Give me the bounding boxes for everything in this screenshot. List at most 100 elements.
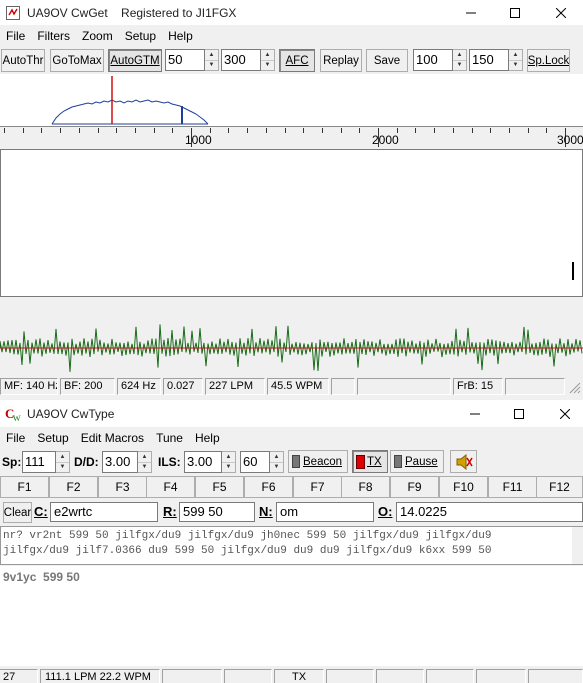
autogtm-button[interactable]: AutoGTM — [108, 49, 162, 72]
spin-50-arrows[interactable]: ▲ ▼ — [205, 49, 219, 71]
frequency-scale: 1000 2000 3000 — [0, 126, 583, 148]
ils-value[interactable]: 3.00 — [184, 451, 222, 473]
speed-spin[interactable]: 111 ▲ ▼ — [22, 451, 70, 473]
menu-setup[interactable]: Setup — [119, 25, 162, 47]
spin-up-icon[interactable]: ▲ — [222, 452, 235, 463]
extra-value[interactable]: 60 — [240, 451, 270, 473]
cwget-window-title: UA9OV CwGet Registered to JI1FGX — [27, 5, 237, 20]
f3-button[interactable]: F3 — [98, 476, 147, 498]
report-field[interactable]: 599 50 — [179, 502, 255, 522]
minimize-icon[interactable] — [453, 400, 497, 427]
f2-button[interactable]: F2 — [49, 476, 98, 498]
extra-spin[interactable]: 60 ▲ ▼ — [240, 451, 284, 473]
spin-down-icon[interactable]: ▼ — [205, 61, 218, 71]
menu-filters[interactable]: Filters — [31, 25, 76, 47]
status-wpm: 45.5 WPM — [267, 378, 329, 395]
cwtype-window-title: UA9OV CwType — [27, 406, 115, 421]
f12-button[interactable]: F12 — [536, 476, 583, 498]
status-freq: 624 Hz — [117, 378, 161, 395]
gotomax-button[interactable]: GoToMax — [50, 49, 104, 72]
spin-down-icon[interactable]: ▼ — [270, 463, 283, 473]
received-text-pane[interactable]: nr? vr2nt 599 50 jilfgx/du9 jilfgx/du9 j… — [0, 526, 583, 565]
spin-100-arrows[interactable]: ▲ ▼ — [453, 49, 467, 71]
spin-300-arrows[interactable]: ▲ ▼ — [261, 49, 275, 71]
f7-button[interactable]: F7 — [293, 476, 342, 498]
maximize-icon[interactable] — [497, 400, 541, 427]
ils-arrows[interactable]: ▲ ▼ — [222, 451, 236, 473]
close-icon[interactable] — [539, 0, 583, 25]
spin-down-icon[interactable]: ▼ — [261, 61, 274, 71]
autothr-button[interactable]: AutoThr — [1, 49, 45, 72]
spin-down-icon[interactable]: ▼ — [138, 463, 151, 473]
extra-arrows[interactable]: ▲ ▼ — [270, 451, 284, 473]
spin-up-icon[interactable]: ▲ — [138, 452, 151, 463]
replay-button[interactable]: Replay — [320, 49, 362, 72]
pause-button[interactable]: Pause — [390, 450, 444, 473]
spin-50-value[interactable]: 50 — [165, 49, 205, 71]
menu-file[interactable]: File — [0, 25, 31, 47]
typing-area[interactable]: 9v1yc 599 50 — [0, 566, 583, 666]
spin-up-icon[interactable]: ▲ — [453, 50, 466, 61]
spin-down-icon[interactable]: ▼ — [453, 61, 466, 71]
received-scrollbar[interactable] — [572, 527, 583, 564]
menu-help[interactable]: Help — [162, 25, 199, 47]
status-level: 0.027 — [163, 378, 203, 395]
spin-up-icon[interactable]: ▲ — [509, 50, 522, 61]
beacon-label: Beacon — [303, 455, 343, 468]
spectrum-display[interactable] — [0, 74, 583, 126]
save-button[interactable]: Save — [366, 49, 408, 72]
dd-arrows[interactable]: ▲ ▼ — [138, 451, 152, 473]
dd-spin[interactable]: 3.00 ▲ ▼ — [102, 451, 152, 473]
f5-button[interactable]: F5 — [195, 476, 244, 498]
spin-100-value[interactable]: 100 — [413, 49, 453, 71]
f8-button[interactable]: F8 — [341, 476, 390, 498]
close-icon[interactable] — [543, 400, 583, 427]
f9-button[interactable]: F9 — [390, 476, 439, 498]
spin-150-value[interactable]: 150 — [469, 49, 509, 71]
spin-100[interactable]: 100 ▲ ▼ — [413, 49, 467, 71]
spin-300[interactable]: 300 ▲ ▼ — [221, 49, 275, 71]
spin-up-icon[interactable]: ▲ — [270, 452, 283, 463]
spin-down-icon[interactable]: ▼ — [222, 463, 235, 473]
name-field[interactable]: om — [276, 502, 374, 522]
afc-button[interactable]: AFC — [279, 49, 315, 72]
f4-button[interactable]: F4 — [146, 476, 195, 498]
ils-spin[interactable]: 3.00 ▲ ▼ — [184, 451, 236, 473]
spin-300-value[interactable]: 300 — [221, 49, 261, 71]
call-field[interactable]: e2wrtc — [50, 502, 158, 522]
f6-button[interactable]: F6 — [244, 476, 293, 498]
menu-setup[interactable]: Setup — [31, 427, 74, 449]
clear-button[interactable]: Clear — [3, 502, 32, 523]
spin-down-icon[interactable]: ▼ — [509, 61, 522, 71]
minimize-icon[interactable] — [449, 0, 493, 25]
menu-edit-macros[interactable]: Edit Macros — [75, 427, 150, 449]
dd-value[interactable]: 3.00 — [102, 451, 138, 473]
f11-button[interactable]: F11 — [488, 476, 537, 498]
spin-down-icon[interactable]: ▼ — [56, 463, 69, 473]
beacon-button[interactable]: Beacon — [288, 450, 348, 473]
other-field[interactable]: 14.0225 — [396, 502, 583, 522]
resize-grip-icon[interactable] — [567, 380, 581, 394]
menu-tune[interactable]: Tune — [150, 427, 189, 449]
scale-label-1000: 1000 — [185, 133, 212, 147]
menu-zoom[interactable]: Zoom — [76, 25, 119, 47]
spin-150[interactable]: 150 ▲ ▼ — [469, 49, 523, 71]
speed-value[interactable]: 111 — [22, 451, 56, 473]
dd-label: D/D: — [74, 455, 99, 469]
menu-help[interactable]: Help — [189, 427, 226, 449]
f1-button[interactable]: F1 — [0, 476, 49, 498]
spin-up-icon[interactable]: ▲ — [205, 50, 218, 61]
tx-button[interactable]: TX — [352, 450, 388, 473]
spin-up-icon[interactable]: ▲ — [261, 50, 274, 61]
splock-button[interactable]: Sp.Lock — [527, 49, 570, 72]
f10-button[interactable]: F10 — [439, 476, 488, 498]
spin-50[interactable]: 50 ▲ ▼ — [165, 49, 219, 71]
maximize-icon[interactable] — [493, 0, 537, 25]
spin-up-icon[interactable]: ▲ — [56, 452, 69, 463]
status-blank-3 — [505, 378, 565, 395]
menu-file[interactable]: File — [0, 427, 31, 449]
decoded-text-area[interactable] — [0, 149, 583, 297]
spin-150-arrows[interactable]: ▲ ▼ — [509, 49, 523, 71]
speed-arrows[interactable]: ▲ ▼ — [56, 451, 70, 473]
mute-speaker-icon[interactable] — [450, 450, 477, 473]
